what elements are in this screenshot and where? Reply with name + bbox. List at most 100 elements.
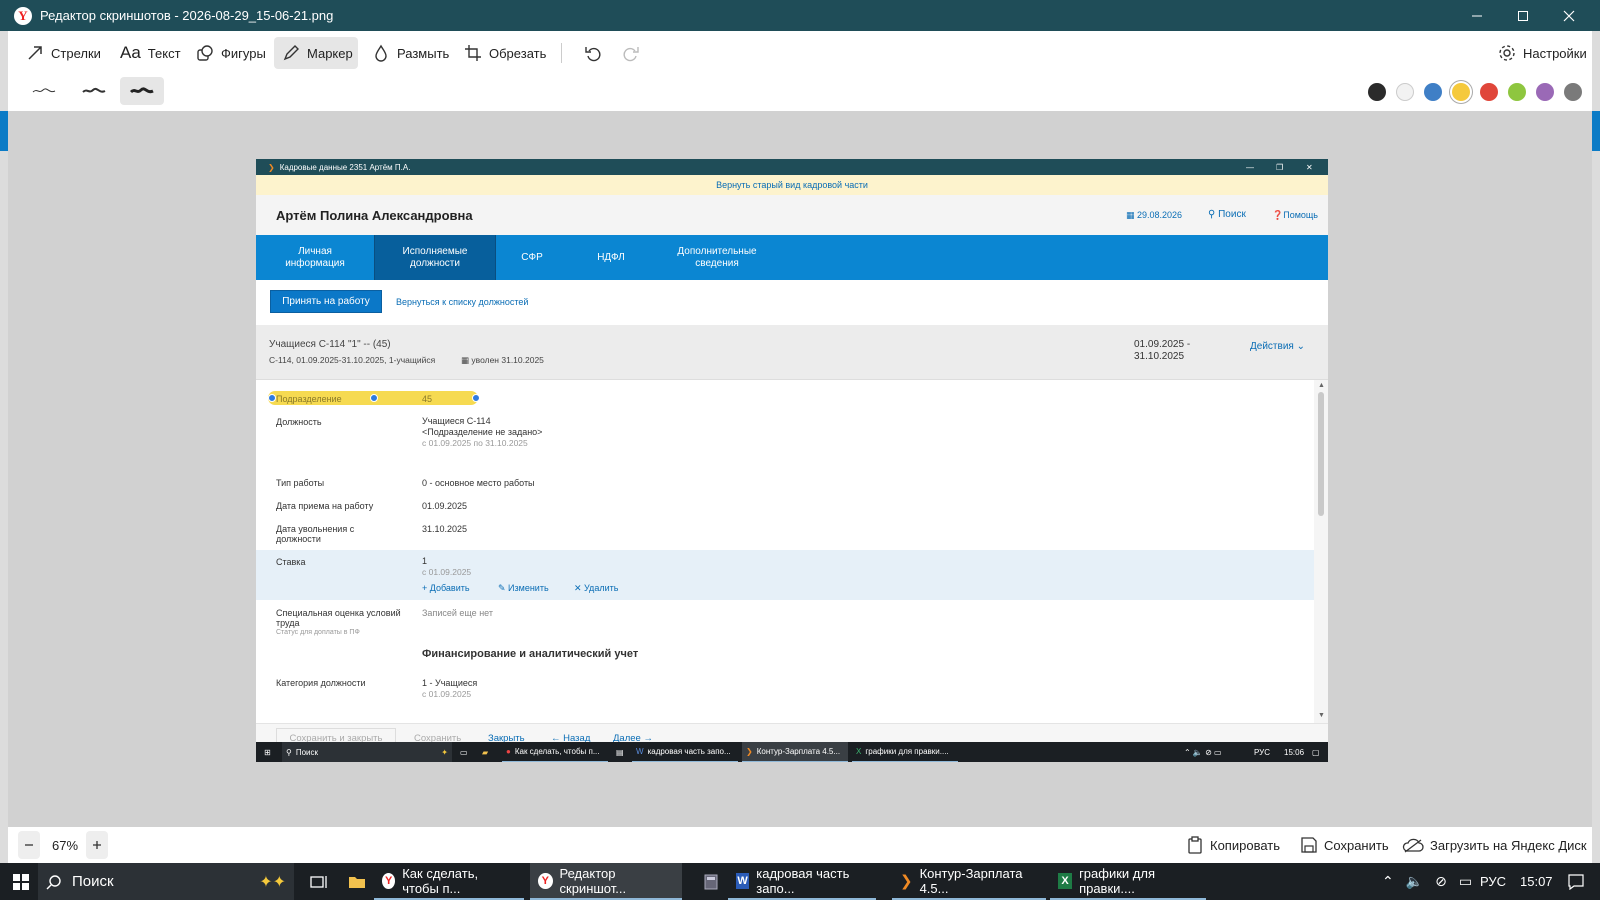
color-swatch-gray[interactable] xyxy=(1564,83,1582,101)
taskbar-app-excel[interactable]: X графики для правки.... xyxy=(1050,863,1206,900)
shot-record-dismissed-text: уволен 31.10.2025 xyxy=(471,355,544,365)
close-button[interactable] xyxy=(1546,0,1592,31)
shot-search-label: Поиск xyxy=(1218,209,1246,220)
shot-scroll-thumb xyxy=(1318,392,1324,516)
taskbar-app-word[interactable]: W кадровая часть запо... xyxy=(728,863,876,900)
shot-tabs: Личная информация Исполняемые должности … xyxy=(256,235,1328,280)
shot-actions-label: Действия xyxy=(1250,341,1294,352)
color-swatch-red[interactable] xyxy=(1480,83,1498,101)
shot-position-dept: <Подразделение не задано> xyxy=(422,427,543,437)
shot-tab-ndfl-label: НДФЛ xyxy=(597,251,625,263)
shot-sout-sub: Статус для доплаты в ПФ xyxy=(276,629,360,636)
kontur-icon: ❯ xyxy=(900,872,913,890)
redo-icon xyxy=(623,47,639,62)
shot-minimize-icon: — xyxy=(1246,162,1254,172)
taskbar-app-calculator[interactable] xyxy=(696,863,726,900)
display-icon: ▭ xyxy=(1458,873,1473,889)
shot-tab-personal-label: Личная информация xyxy=(285,245,345,269)
task-view-icon xyxy=(310,875,327,888)
clock[interactable]: 15:07 xyxy=(1512,863,1561,900)
zoom-out-button[interactable] xyxy=(18,831,40,859)
clipboard-icon xyxy=(1188,836,1202,854)
color-swatch-yellow[interactable] xyxy=(1452,83,1470,101)
marker-icon xyxy=(283,45,299,61)
chevron-down-icon: ⌄ xyxy=(1293,341,1305,352)
shot-tab-personal: Личная информация xyxy=(256,235,374,280)
shot-period-start: 01.09.2025 - xyxy=(1134,339,1191,350)
system-tray[interactable]: ⌃ 🔈 ⊘ ▭ xyxy=(1374,863,1480,900)
brush-thick[interactable] xyxy=(120,77,164,105)
shot-form: Подразделение 45 Должность Учащиеся С-11… xyxy=(256,380,1314,723)
color-swatch-blue[interactable] xyxy=(1424,83,1442,101)
tool-marker[interactable]: Маркер xyxy=(274,37,358,69)
tool-shapes[interactable]: Фигуры xyxy=(188,37,274,69)
shot-sparkle-icon: ✦ xyxy=(441,747,448,757)
upload-label: Загрузить на Яндекс Диск xyxy=(1430,837,1587,853)
scroll-down-icon: ▼ xyxy=(1318,712,1325,719)
input-language[interactable]: РУС xyxy=(1472,863,1514,900)
zoom-in-button[interactable] xyxy=(86,831,108,859)
file-explorer-button[interactable] xyxy=(340,863,374,900)
shot-position-label: Должность xyxy=(276,417,322,427)
color-swatch-white[interactable] xyxy=(1396,83,1414,101)
taskbar-app-browser-label: Как сделать, чтобы п... xyxy=(402,865,479,896)
color-swatch-green[interactable] xyxy=(1508,83,1526,101)
folder-icon xyxy=(349,876,365,888)
shot-date-value: 29.08.2026 xyxy=(1137,210,1183,220)
kontur-logo-icon: ❯ xyxy=(268,162,275,172)
shot-category-since: с 01.09.2025 xyxy=(422,689,472,699)
shot-window-title: Кадровые данные 2351 Артём П.А. xyxy=(279,162,411,172)
tool-crop[interactable]: Обрезать xyxy=(456,37,554,69)
editor-bottom-bar: 67% Копировать Сохранить Загрузить на Ян… xyxy=(8,827,1592,863)
taskbar-app-screenshot-editor[interactable]: Y Редактор скриншот... xyxy=(530,863,682,900)
shot-taskview-icon: ▭ xyxy=(460,747,468,757)
task-view-button[interactable] xyxy=(302,863,336,900)
upload-yandex-disk-button[interactable]: Загрузить на Яндекс Диск xyxy=(1402,831,1587,859)
color-swatch-black[interactable] xyxy=(1368,83,1386,101)
maximize-button[interactable] xyxy=(1500,0,1546,31)
taskbar-app-kontur[interactable]: ❯ Контур-Зарплата 4.5... xyxy=(892,863,1046,900)
taskbar-app-excel-label: графики для правки.... xyxy=(1079,865,1155,896)
undo-button[interactable] xyxy=(576,37,610,69)
settings-label: Настройки xyxy=(1523,45,1587,61)
x-icon: ✕ xyxy=(574,583,585,593)
tool-arrows[interactable]: Стрелки xyxy=(18,37,109,69)
scroll-up-icon: ▲ xyxy=(1318,382,1325,389)
copy-button[interactable]: Копировать xyxy=(1186,831,1280,859)
minimize-icon xyxy=(1472,15,1482,16)
shot-rate-row xyxy=(256,550,1314,600)
shot-scrollbar: ▲ ▼ xyxy=(1314,380,1328,723)
tool-marker-label: Маркер xyxy=(307,45,353,61)
minus-icon xyxy=(25,844,33,846)
zoom-level: 67% xyxy=(52,837,79,853)
tool-text[interactable]: Aa Текст xyxy=(112,37,189,69)
save-button[interactable]: Сохранить xyxy=(1300,831,1389,859)
brush-medium[interactable] xyxy=(72,77,116,105)
shot-position-value: Учащиеся С-114 <Подразделение не задано>… xyxy=(422,416,542,449)
shot-dismiss-date-value: 31.10.2025 xyxy=(422,524,468,534)
shot-tab-sfr-label: СФР xyxy=(521,251,543,263)
calendar-icon: ▦ xyxy=(1126,210,1138,220)
maximize-icon xyxy=(1518,10,1528,21)
settings-button[interactable]: Настройки xyxy=(1490,37,1595,69)
redo-button[interactable] xyxy=(614,37,648,69)
tool-blur[interactable]: Размыть xyxy=(364,37,457,69)
start-button[interactable] xyxy=(4,863,38,900)
editor-toolbar: Стрелки Aa Текст Фигуры Маркер Размыть О… xyxy=(8,31,1592,111)
windows-taskbar: Поиск ✦✦ Y Как сделать, чтобы п... Y Ред… xyxy=(0,863,1600,900)
notifications-button[interactable] xyxy=(1560,863,1592,900)
shot-search-icon: ⚲ xyxy=(286,747,292,757)
brush-thin[interactable] xyxy=(22,77,66,105)
marker-handle-start xyxy=(268,394,276,402)
shot-record-period: 01.09.2025 -31.10.2025 xyxy=(1134,339,1190,363)
background-window-edge xyxy=(0,111,8,151)
taskbar-app-browser[interactable]: Y Как сделать, чтобы п... xyxy=(374,863,524,900)
shot-taskbar-search-label: Поиск xyxy=(295,747,319,757)
word-icon: W xyxy=(736,872,750,889)
color-swatch-purple[interactable] xyxy=(1536,83,1554,101)
taskbar-app-kontur-label: Контур-Зарплата 4.5... xyxy=(919,865,1023,896)
taskbar-search[interactable]: Поиск ✦✦ xyxy=(38,863,294,900)
minimize-button[interactable] xyxy=(1454,0,1500,31)
brush-thick-icon xyxy=(129,87,154,94)
shot-tab-additional: Дополнительные сведения xyxy=(654,235,780,280)
